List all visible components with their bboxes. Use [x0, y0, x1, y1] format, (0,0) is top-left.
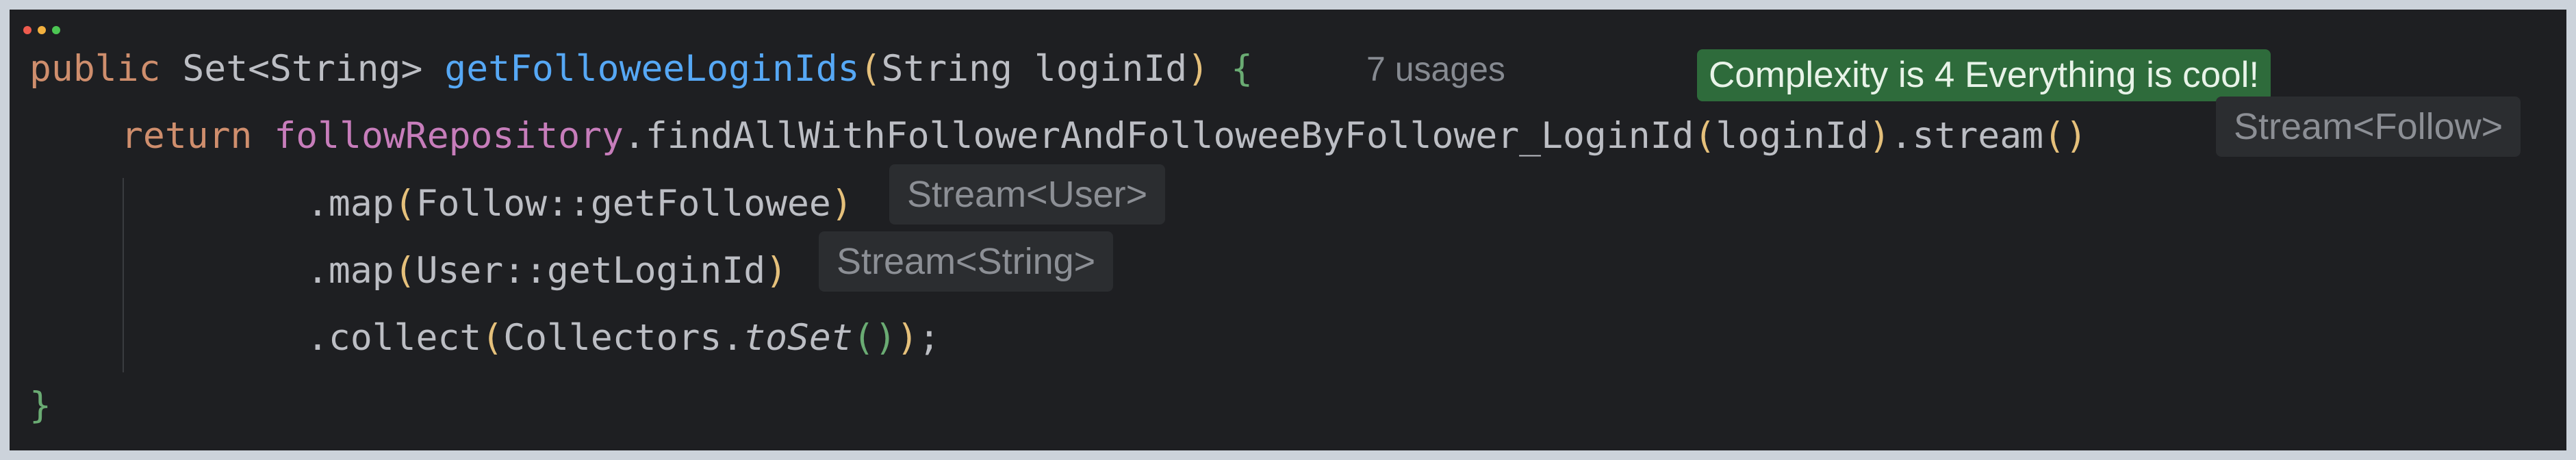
window-controls — [23, 26, 66, 34]
open-paren: ( — [394, 183, 416, 225]
code-editor[interactable]: Complexity is 4 Everything is cool! publ… — [10, 10, 2566, 450]
collectors-class: Collectors. — [503, 317, 744, 359]
window-frame: Complexity is 4 Everything is cool! publ… — [0, 0, 2576, 460]
close-dot-icon[interactable] — [23, 26, 31, 34]
open-paren: ( — [859, 48, 882, 90]
field-follow-repository: followRepository — [274, 115, 624, 157]
method-ref: Follow::getFollowee — [416, 183, 831, 225]
close-brace: } — [29, 385, 51, 426]
minimize-dot-icon[interactable] — [38, 26, 46, 34]
method-params: String loginId — [881, 48, 1188, 90]
open-paren: ( — [394, 250, 416, 292]
close-paren: ) — [830, 183, 853, 225]
maximize-dot-icon[interactable] — [52, 26, 60, 34]
map-call: .map — [307, 183, 394, 225]
close-paren: ) — [1187, 48, 1210, 90]
open-brace: { — [1231, 48, 1253, 90]
inner-parens: () — [852, 317, 897, 359]
keyword-return: return — [121, 115, 253, 157]
type-hint-stream-follow: Stream<Follow> — [2216, 97, 2521, 157]
stream-parens: () — [2043, 115, 2087, 157]
indent-guide — [123, 178, 124, 372]
keyword-public: public — [29, 48, 161, 90]
stream-call: .stream — [1890, 115, 2044, 157]
code-line-2[interactable]: return followRepository.findAllWithFollo… — [121, 112, 2087, 160]
complexity-badge: Complexity is 4 Everything is cool! — [1697, 49, 2271, 101]
open-paren: ( — [1694, 115, 1716, 157]
repository-call: .findAllWithFollowerAndFolloweeByFollowe… — [623, 115, 1694, 157]
close-paren: ) — [1868, 115, 1891, 157]
return-type: Set<String> — [182, 48, 423, 90]
collect-call: .collect — [307, 317, 482, 359]
type-hint-stream-string: Stream<String> — [819, 231, 1114, 292]
to-set-method: toSet — [743, 317, 853, 359]
map-call: .map — [307, 250, 394, 292]
close-paren: ) — [765, 250, 788, 292]
method-name: getFolloweeLoginIds — [444, 48, 860, 90]
code-line-5[interactable]: .collect(Collectors.toSet()); — [307, 314, 940, 362]
open-paren: ( — [481, 317, 504, 359]
code-line-1[interactable]: public Set<String> getFolloweeLoginIds(S… — [29, 45, 1253, 93]
code-line-6[interactable]: } — [29, 382, 51, 430]
code-line-3[interactable]: .map(Follow::getFollowee) — [307, 180, 853, 228]
method-ref: User::getLoginId — [416, 250, 766, 292]
usages-link[interactable]: 7 usages — [1366, 45, 1505, 93]
call-arg: loginId — [1716, 115, 1869, 157]
code-line-4[interactable]: .map(User::getLoginId) — [307, 247, 787, 295]
close-paren: ) — [896, 317, 919, 359]
type-hint-stream-user: Stream<User> — [889, 164, 1166, 225]
semicolon: ; — [918, 317, 941, 359]
